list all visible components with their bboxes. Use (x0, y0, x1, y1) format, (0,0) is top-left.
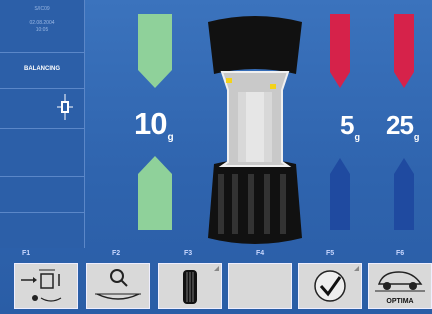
info-panel: S/IC09 02.08.2004 10:05 BALANCING (0, 0, 85, 248)
fkey-label-f3: F3 (184, 250, 193, 257)
fkey-label-f4: F4 (256, 250, 265, 257)
fkey-label-f1: F1 (22, 250, 31, 257)
divider (0, 88, 84, 89)
f6-button[interactable]: OPTIMA (368, 263, 432, 309)
f1-button[interactable] (14, 263, 78, 309)
f5-button[interactable] (298, 263, 362, 309)
divider (0, 128, 84, 129)
divider (0, 176, 84, 177)
function-key-bar: F1 F2 F3 F4 F5 F6 OPTIMA (0, 250, 432, 314)
tire-icon (183, 270, 197, 304)
inner-plane-unit: g (167, 132, 174, 143)
fkey-label-f2: F2 (112, 250, 121, 257)
submenu-corner-icon (354, 266, 359, 271)
info-line-1: S/IC09 (34, 6, 50, 12)
outer-plane-right-down-arrow (394, 14, 414, 88)
fkey-label-f5: F5 (326, 250, 335, 257)
outer-plane-right-up-arrow (394, 158, 414, 230)
divider (0, 212, 84, 213)
f2-button[interactable] (86, 263, 150, 309)
fkey-label-f6: F6 (396, 250, 405, 257)
magnifier-wheel-icon (95, 269, 141, 300)
tire-section-graphic (208, 16, 302, 244)
f4-button[interactable] (228, 263, 292, 309)
info-line-time: 10:05 (35, 27, 49, 33)
optima-car-icon (375, 271, 425, 292)
check-gauge-icon (314, 270, 346, 302)
outer-plane-left-up-arrow (330, 158, 350, 230)
outer-plane-left-value: 5g (340, 110, 360, 142)
outer-plane-left-unit: g (354, 132, 360, 142)
optima-label: OPTIMA (386, 298, 414, 305)
outer-plane-left-amount: 5 (340, 110, 355, 140)
balancing-screen: S/IC09 02.08.2004 10:05 BALANCING 10g 5g… (0, 0, 432, 314)
mode-label: BALANCING (24, 66, 60, 72)
info-line-date: 02.08.2004 (29, 20, 55, 26)
outer-plane-right-value: 25g (386, 110, 419, 142)
outer-plane-right-amount: 25 (386, 110, 414, 140)
settings-arrows-icon (21, 269, 62, 302)
wheel-balance-icon (55, 92, 75, 122)
inner-plane-down-arrow (138, 14, 172, 88)
outer-plane-right-unit: g (413, 132, 420, 142)
divider (0, 52, 84, 53)
inner-plane-value: 10g (134, 106, 174, 143)
inner-plane-up-arrow (138, 156, 172, 230)
f3-button[interactable] (158, 263, 222, 309)
submenu-corner-icon (214, 266, 219, 271)
inner-plane-amount: 10 (134, 106, 167, 141)
outer-plane-left-down-arrow (330, 14, 350, 88)
